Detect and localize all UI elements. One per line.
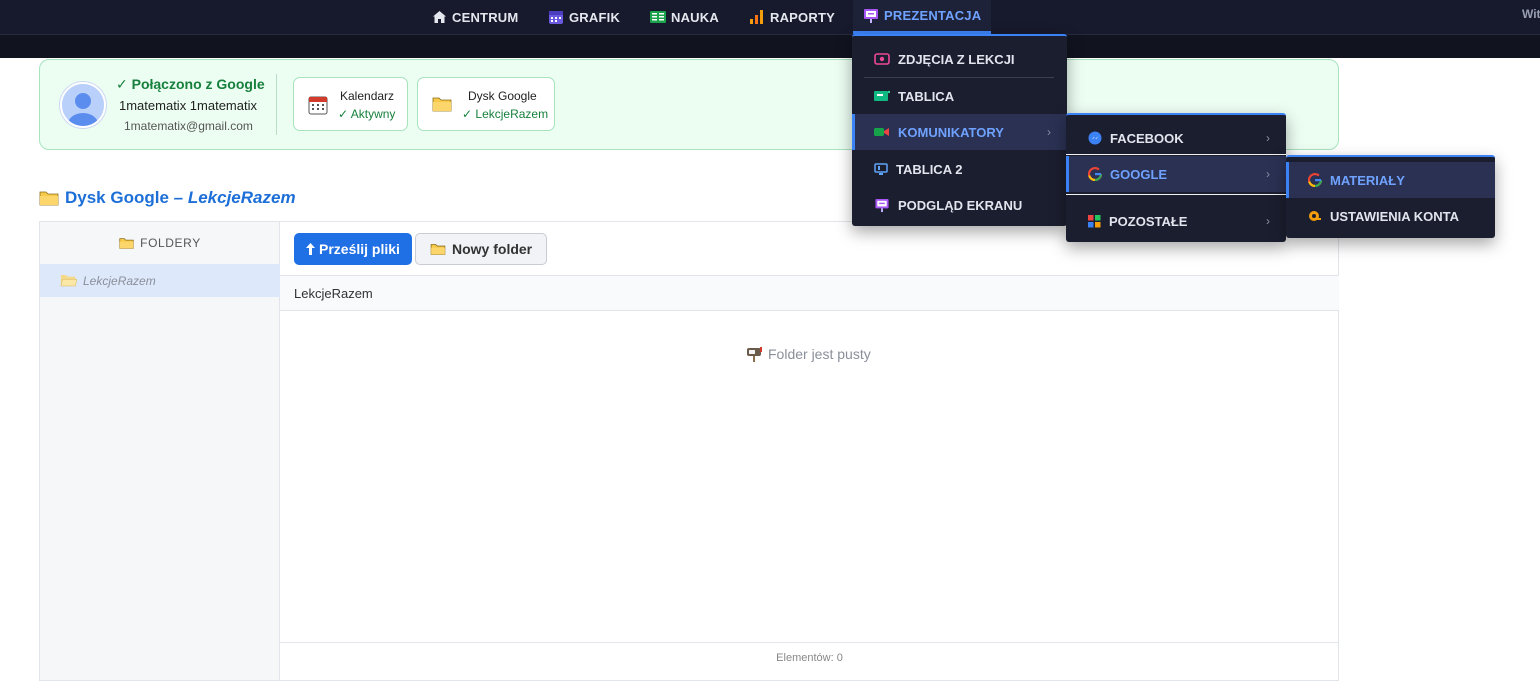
chevron-right-icon: › (1266, 167, 1270, 181)
chevron-right-icon: › (1266, 131, 1270, 145)
menu-item-label: TABLICA (898, 88, 955, 104)
settings-key-icon (1309, 211, 1321, 221)
page-title: Dysk Google – LekcjeRazem (39, 188, 296, 208)
breadcrumb: LekcjeRazem (280, 276, 1339, 311)
page-title-prefix: Dysk Google – (65, 188, 188, 207)
menu-item-lesson-photos[interactable]: ZDJĘCIA Z LEKCJI (852, 41, 1067, 77)
chevron-right-icon: › (1047, 125, 1051, 139)
empty-folder-text: Folder jest pusty (768, 346, 871, 362)
video-camera-icon (874, 128, 889, 136)
menu-item-facebook[interactable]: FACEBOOK › (1066, 120, 1286, 156)
menu-item-label: ZDJĘCIA Z LEKCJI (898, 51, 1015, 67)
google-account-name: 1matematix 1matematix (119, 98, 257, 113)
nav-prezentacja-label: PREZENTACJA (884, 8, 982, 23)
menu-divider (1066, 154, 1286, 155)
folders-header: FOLDERY (40, 222, 280, 264)
folder-icon (430, 243, 446, 255)
empty-mailbox-icon (747, 347, 762, 362)
new-folder-button[interactable]: Nowy folder (415, 233, 548, 265)
menu-item-label: TABLICA 2 (896, 161, 963, 177)
menu-item-whiteboard-2[interactable]: TABLICA 2 (852, 151, 1067, 187)
folder-icon (119, 237, 134, 249)
calendar-icon (549, 11, 563, 24)
chevron-right-icon: › (1266, 214, 1270, 228)
menu-item-account-settings[interactable]: USTAWIENIA KONTA (1286, 198, 1495, 234)
google-connected-status: ✓ Połączono z Google (116, 76, 265, 92)
menu-item-whiteboard[interactable]: TABLICA (852, 78, 1067, 114)
google-submenu: MATERIAŁY USTAWIENIA KONTA (1286, 155, 1495, 238)
folder-icon (432, 95, 452, 118)
prezentacja-menu: ZDJĘCIA Z LEKCJI TABLICA KOMUNIKATORY › … (852, 34, 1067, 226)
messenger-icon (1088, 131, 1102, 145)
nav-centrum-label: CENTRUM (452, 9, 519, 25)
open-folder-icon (60, 274, 77, 287)
menu-item-screen-preview[interactable]: PODGLĄD EKRANU (852, 187, 1067, 223)
new-folder-label: Nowy folder (452, 241, 533, 257)
user-avatar-icon (62, 84, 104, 126)
nav-nauka-label: NAUKA (671, 9, 719, 25)
menu-item-label: KOMUNIKATORY (898, 124, 1004, 140)
secondary-bar (0, 34, 1540, 58)
nav-raporty-label: RAPORTY (770, 9, 835, 25)
folder-icon (39, 191, 59, 205)
service-drive-status: ✓ LekcjeRazem (462, 107, 549, 121)
menu-divider (1066, 194, 1286, 195)
nav-user-greeting: Wit (1522, 7, 1540, 21)
camera-icon (874, 53, 890, 65)
breadcrumb-current[interactable]: LekcjeRazem (294, 286, 373, 301)
folder-sidebar: FOLDERY LekcjeRazem (40, 222, 280, 680)
google-account-email: 1matematix@gmail.com (124, 119, 253, 133)
folder-item-label: LekcjeRazem (83, 273, 156, 288)
service-calendar-status: ✓ Aktywny (338, 107, 396, 121)
menu-item-google[interactable]: GOOGLE › (1066, 156, 1286, 192)
google-icon (1088, 167, 1102, 181)
service-drive[interactable]: Dysk Google ✓ LekcjeRazem (417, 77, 555, 131)
upload-arrow-icon (306, 243, 315, 255)
presentation-icon (864, 8, 878, 23)
top-navbar: CENTRUM GRAFIK NAUKA RAPORTY PREZENTACJA… (0, 0, 1540, 34)
calendar-service-icon (308, 95, 328, 120)
nav-nauka[interactable]: NAUKA (650, 0, 719, 34)
menu-item-label: POZOSTAŁE (1109, 213, 1188, 229)
menu-item-label: PODGLĄD EKRANU (898, 197, 1023, 213)
menu-item-label: GOOGLE (1110, 166, 1168, 182)
service-calendar-title: Kalendarz (340, 89, 395, 103)
menu-item-label: MATERIAŁY (1330, 172, 1405, 188)
file-browser: FOLDERY LekcjeRazem Prześlij pliki Nowy … (39, 221, 1339, 681)
whiteboard-icon (874, 90, 890, 101)
home-icon (433, 11, 446, 23)
menu-item-label: USTAWIENIA KONTA (1330, 208, 1460, 224)
notebook-icon (650, 11, 666, 23)
upload-files-button[interactable]: Prześlij pliki (294, 233, 412, 265)
menu-item-label: FACEBOOK (1110, 130, 1184, 146)
google-icon (1308, 173, 1322, 187)
service-calendar[interactable]: Kalendarz ✓ Aktywny (293, 77, 408, 131)
menu-item-other[interactable]: POZOSTAŁE › (1066, 203, 1286, 239)
item-count: Elementów: 0 (280, 642, 1339, 682)
folders-header-label: FOLDERY (140, 236, 201, 250)
monitor-icon (874, 162, 888, 175)
card-divider (276, 74, 277, 135)
nav-centrum[interactable]: CENTRUM (432, 0, 518, 34)
bar-chart-icon (750, 10, 763, 24)
nav-grafik[interactable]: GRAFIK (548, 0, 620, 34)
menu-item-materials[interactable]: MATERIAŁY (1286, 162, 1495, 198)
presentation-icon (875, 198, 889, 212)
empty-folder-message: Folder jest pusty (746, 346, 871, 362)
upload-files-label: Prześlij pliki (319, 241, 400, 257)
komunikatory-submenu: FACEBOOK › GOOGLE › POZOSTAŁE › (1066, 113, 1286, 242)
nav-grafik-label: GRAFIK (569, 9, 621, 25)
folder-item[interactable]: LekcjeRazem (40, 264, 280, 297)
nav-prezentacja[interactable]: PREZENTACJA (853, 0, 992, 34)
nav-raporty[interactable]: RAPORTY (749, 0, 835, 34)
avatar (60, 82, 106, 128)
service-drive-title: Dysk Google (468, 89, 537, 103)
menu-item-messengers[interactable]: KOMUNIKATORY › (852, 114, 1067, 150)
grid-icon (1088, 214, 1101, 227)
page-title-folder: LekcjeRazem (187, 188, 296, 207)
